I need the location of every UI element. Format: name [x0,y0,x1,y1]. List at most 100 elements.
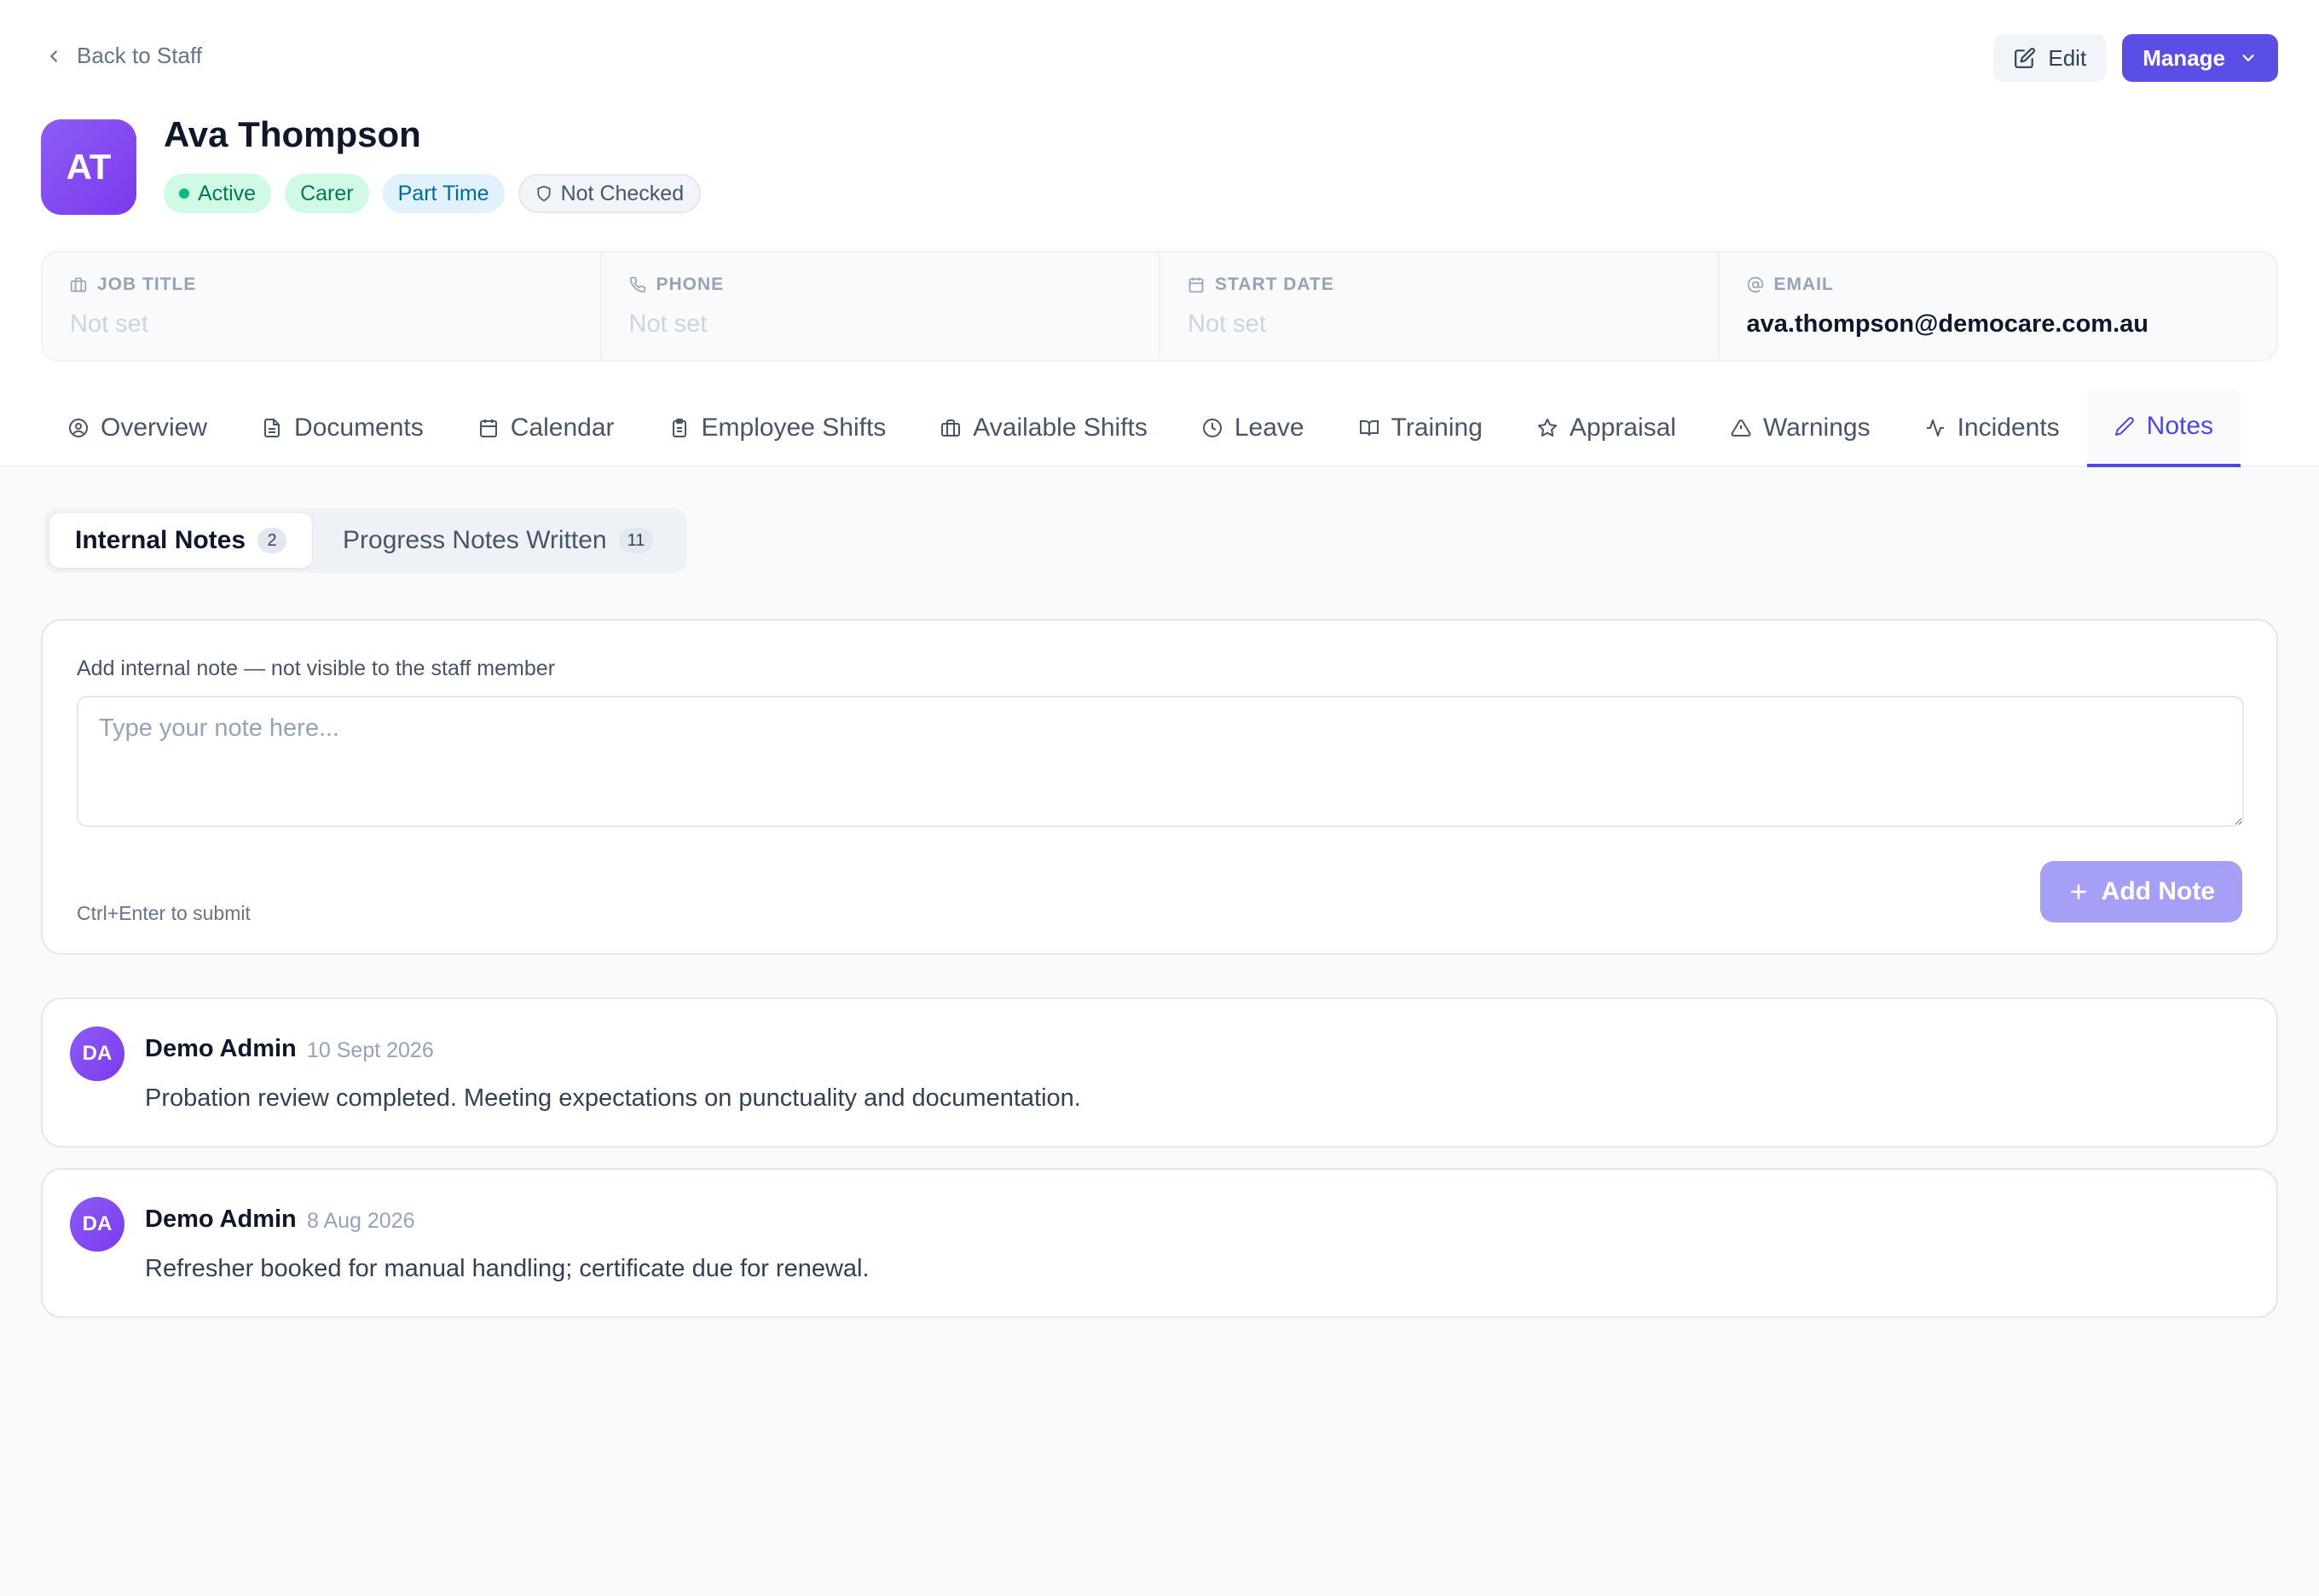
calendar-icon [1188,277,1204,293]
submit-hint: Ctrl+Enter to submit [77,902,251,924]
tab-label: Warnings [1762,413,1871,442]
subtab-internal-notes[interactable]: Internal Notes 2 [49,513,313,568]
job-title-label: JOB TITLE [70,275,573,295]
edit-icon [2015,48,2036,68]
start-date-label-text: START DATE [1215,275,1334,294]
email-label-text: EMAIL [1773,275,1834,294]
plus-icon [2070,884,2086,899]
tab-label: Incidents [1957,413,2060,442]
tab-label: Calendar [510,413,615,442]
tab-appraisal[interactable]: Appraisal [1510,389,1703,467]
phone-label: PHONE [629,275,1132,295]
job-title-cell: JOB TITLE Not set [43,252,602,360]
tab-label: Appraisal [1569,413,1676,442]
note-date: 10 Sept 2026 [307,1038,434,1062]
email-value[interactable]: ava.thompson@democare.com.au [1747,310,2250,338]
notes-content: Internal Notes 2 Progress Notes Written … [0,467,2319,1596]
start-date-value: Not set [1188,310,1266,338]
tab-label: Documents [294,413,424,442]
job-title-value: Not set [70,310,148,338]
role-badge: Carer [285,174,369,213]
pencil-icon [2114,417,2134,436]
document-icon [264,419,280,437]
note-card: DA Demo Admin 10 Sept 2026 Probation rev… [41,998,2278,1148]
star-icon [1537,419,1557,437]
shield-icon [537,185,551,202]
tab-incidents[interactable]: Incidents [1898,389,2087,467]
note-date: 8 Aug 2026 [307,1209,415,1233]
staff-avatar: AT [41,119,136,215]
briefcase-icon [941,419,961,437]
note-body: Refresher booked for manual handling; ce… [145,1255,870,1282]
user-circle-icon [69,419,88,437]
note-author: Demo Admin [145,1035,297,1062]
phone-icon [629,276,645,293]
note-body: Probation review completed. Meeting expe… [145,1084,1081,1112]
tab-documents[interactable]: Documents [234,389,451,467]
tab-training[interactable]: Training [1332,389,1510,467]
note-textarea[interactable] [77,696,2244,827]
chevron-down-icon [2242,55,2254,61]
tab-label: Available Shifts [973,413,1148,442]
manage-button[interactable]: Manage [2122,34,2278,82]
phone-value: Not set [628,310,708,338]
author-avatar: DA [70,1197,124,1252]
profile-header: Back to Staff Edit Manage AT Ava Thompso… [0,0,2319,467]
tab-calendar[interactable]: Calendar [451,389,642,467]
staff-name: Ava Thompson [164,114,421,154]
edit-label: Edit [2048,44,2087,71]
tab-leave[interactable]: Leave [1175,389,1332,467]
active-badge: Active [164,174,272,213]
note-author: Demo Admin [145,1206,297,1233]
tab-warnings[interactable]: Warnings [1703,389,1898,467]
add-note-label: Add Note [2101,877,2215,905]
tab-label: Training [1391,413,1483,442]
active-badge-label: Active [198,181,257,205]
tab-label: Employee Shifts [701,413,887,442]
header-actions: Edit Manage [1993,34,2278,82]
warning-icon [1731,419,1751,437]
notes-subtabs: Internal Notes 2 Progress Notes Written … [44,508,687,573]
check-badge-label: Not Checked [560,181,685,205]
status-badges: Active Carer Part Time Not Checked [164,174,702,213]
count-badge: 2 [257,528,287,553]
tab-available-shifts[interactable]: Available Shifts [913,389,1175,467]
composer-label: Add internal note — not visible to the s… [77,656,555,680]
briefcase-icon [70,277,87,292]
manage-label: Manage [2143,44,2225,71]
tab-notes[interactable]: Notes [2086,389,2241,467]
chevron-left-icon [50,49,57,62]
job-title-label-text: JOB TITLE [97,275,197,294]
profile-tabs: Overview Documents Calendar Employee Shi… [41,389,2278,467]
staff-info-card: JOB TITLE Not set PHONE Not set START DA… [41,251,2278,361]
staff-profile-page: Back to Staff Edit Manage AT Ava Thompso… [0,0,2319,1596]
note-composer: Add internal note — not visible to the s… [41,619,2278,955]
tab-label: Notes [2146,412,2214,440]
start-date-cell: START DATE Not set [1160,252,1720,360]
author-avatar: DA [70,1026,124,1081]
start-date-label: START DATE [1188,275,1691,295]
tab-label: Overview [101,413,208,442]
calendar-icon [479,419,497,437]
subtab-label: Progress Notes Written [343,526,607,554]
phone-label-text: PHONE [656,275,725,294]
check-badge: Not Checked [518,174,702,213]
employment-badge: Part Time [382,174,505,213]
tab-label: Leave [1234,413,1304,442]
email-cell: EMAIL ava.thompson@democare.com.au [1720,252,2277,360]
at-sign-icon [1747,276,1763,293]
status-dot-icon [179,188,189,199]
tab-employee-shifts[interactable]: Employee Shifts [642,389,914,467]
book-icon [1359,420,1379,437]
email-label: EMAIL [1747,275,2250,295]
back-to-staff-link[interactable]: Back to Staff [44,43,202,69]
tab-overview[interactable]: Overview [41,389,234,467]
back-label: Back to Staff [77,43,202,68]
add-note-button[interactable]: Add Note [2039,861,2242,922]
count-badge: 11 [618,528,654,553]
edit-button[interactable]: Edit [1993,34,2108,82]
note-card: DA Demo Admin 8 Aug 2026 Refresher booke… [41,1168,2278,1318]
subtab-progress-notes[interactable]: Progress Notes Written 11 [317,513,679,568]
phone-cell: PHONE Not set [602,252,1160,360]
clock-icon [1202,419,1222,437]
